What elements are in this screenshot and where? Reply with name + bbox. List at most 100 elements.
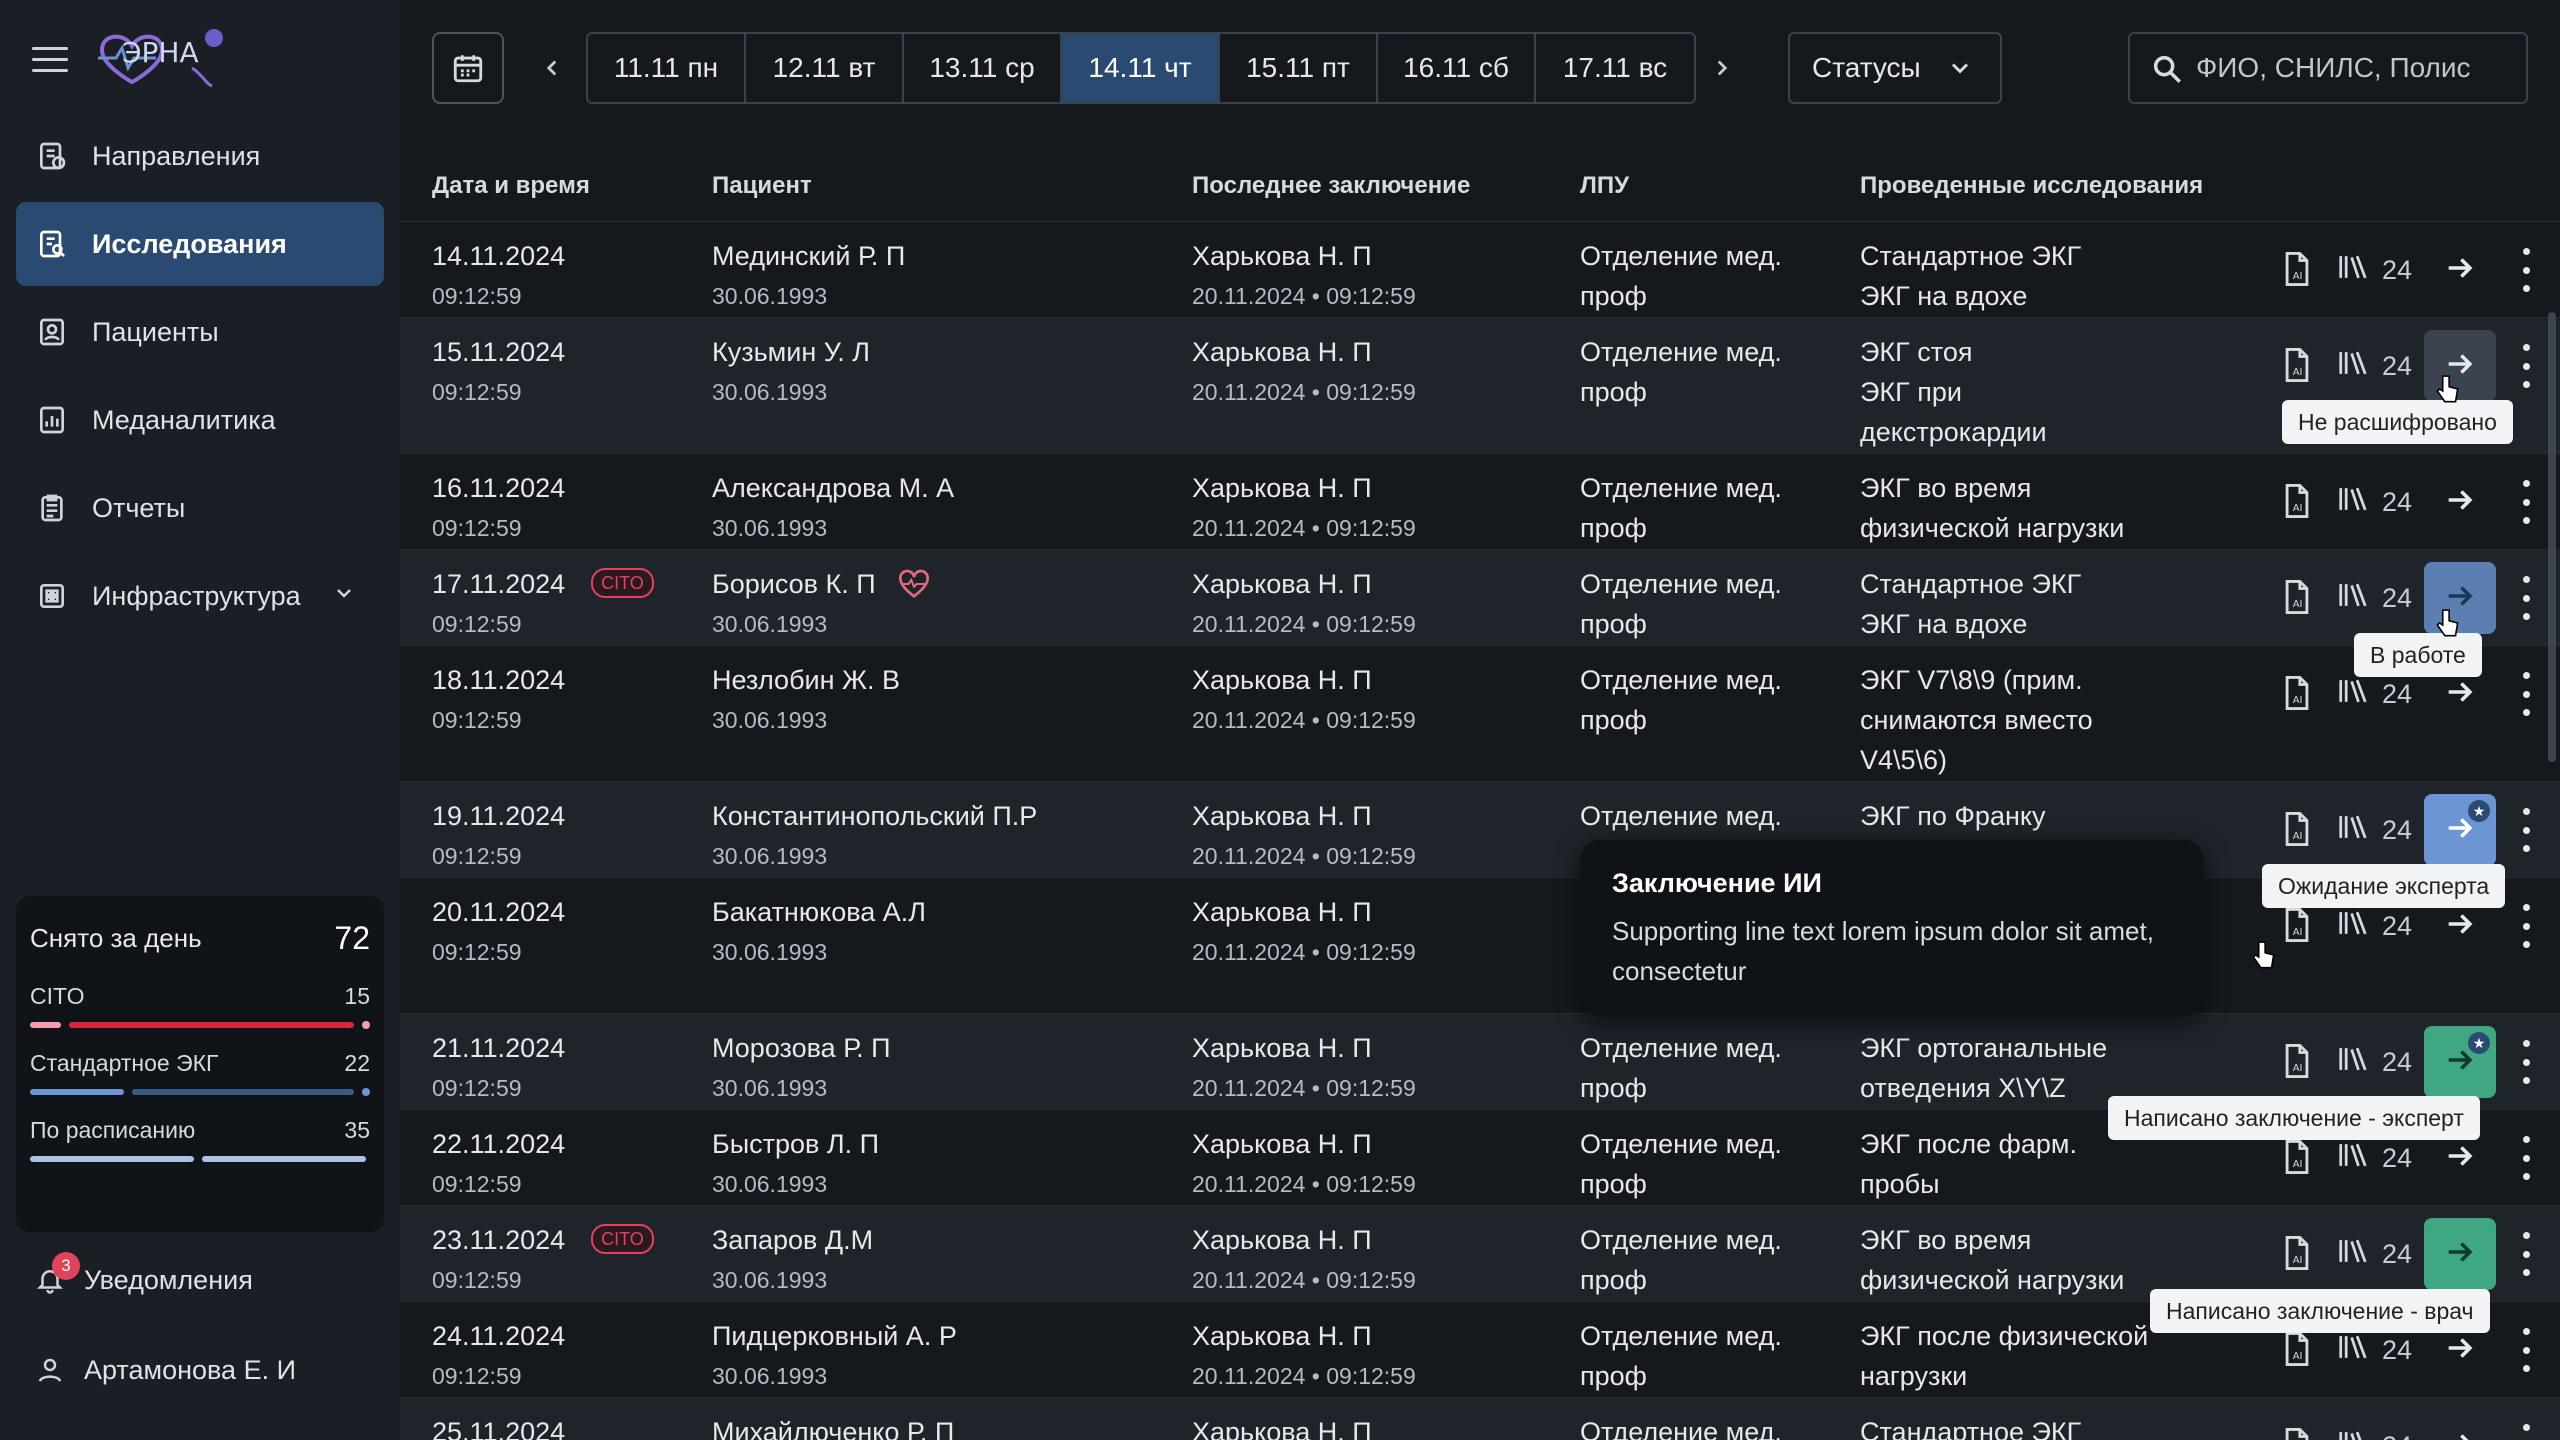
- patient-name[interactable]: Пидцерковный А. Р: [712, 1321, 957, 1351]
- cell-patient[interactable]: Запаров Д.М 30.06.1993: [712, 1220, 873, 1300]
- nav-item-referrals[interactable]: Направления: [16, 114, 384, 198]
- day-tab[interactable]: 16.11 сб: [1378, 34, 1536, 102]
- open-study-button[interactable]: ★: [2424, 794, 2496, 866]
- records-count[interactable]: 24: [2336, 1332, 2412, 1369]
- day-tab[interactable]: 15.11 пт: [1220, 34, 1378, 102]
- patient-name[interactable]: Незлобин Ж. В: [712, 665, 900, 695]
- records-count[interactable]: 24: [2336, 348, 2412, 385]
- calendar-button[interactable]: [432, 32, 504, 104]
- table-row[interactable]: 16.11.2024 09:12:59 Александрова М. А 30.06…: [400, 454, 2560, 550]
- cell-patient[interactable]: Быстров Л. П 30.06.1993: [712, 1124, 879, 1204]
- records-count[interactable]: 24: [2336, 1044, 2412, 1081]
- cell-patient[interactable]: Кузьмин У. Л 30.06.1993: [712, 332, 870, 412]
- more-menu-button[interactable]: [2510, 576, 2542, 620]
- more-menu-button[interactable]: [2510, 1136, 2542, 1180]
- records-count[interactable]: 24: [2336, 812, 2412, 849]
- patient-name[interactable]: Морозова Р. П: [712, 1033, 891, 1063]
- user-profile[interactable]: Артамонова Е. И: [32, 1352, 296, 1388]
- ai-document-icon[interactable]: AI: [2280, 1426, 2314, 1440]
- cell-patient[interactable]: Морозова Р. П 30.06.1993: [712, 1028, 891, 1108]
- records-count[interactable]: 24: [2336, 908, 2412, 945]
- ai-document-icon[interactable]: AI: [2280, 906, 2314, 949]
- records-count[interactable]: 24: [2336, 676, 2412, 713]
- more-menu-button[interactable]: [2510, 808, 2542, 852]
- header-last-conclusion[interactable]: Последнее заключение: [1192, 172, 1470, 200]
- day-tab[interactable]: 11.11 пн: [588, 34, 746, 102]
- day-tab[interactable]: 13.11 ср: [904, 34, 1062, 102]
- cell-patient[interactable]: Пидцерковный А. Р 30.06.1993: [712, 1316, 957, 1396]
- nav-item-reports[interactable]: Отчеты: [16, 466, 384, 550]
- cell-patient[interactable]: Незлобин Ж. В 30.06.1993: [712, 660, 900, 740]
- ai-document-icon[interactable]: AI: [2280, 674, 2314, 717]
- prev-week-button[interactable]: [536, 32, 568, 104]
- cell-patient[interactable]: Борисов К. П 30.06.1993: [712, 564, 931, 644]
- table-row[interactable]: 15.11.2024 09:12:59 Кузьмин У. Л 30.06.1993…: [400, 318, 2560, 454]
- records-count[interactable]: 24: [2336, 580, 2412, 617]
- header-date[interactable]: Дата и время: [432, 172, 590, 200]
- nav-item-infrastructure[interactable]: Инфраструктура: [16, 554, 384, 638]
- table-row[interactable]: 23.11.2024 CITO 09:12:59 Запаров Д.М 30.06.1…: [400, 1206, 2560, 1302]
- more-menu-button[interactable]: [2510, 904, 2542, 948]
- next-week-button[interactable]: [1706, 32, 1738, 104]
- patient-name[interactable]: Михайлюченко Р. П: [712, 1417, 954, 1440]
- table-row[interactable]: 17.11.2024 CITO 09:12:59 Борисов К. П 30.06…: [400, 550, 2560, 646]
- records-count[interactable]: 24: [2336, 252, 2412, 289]
- search-input[interactable]: ФИО, СНИЛС, Полис: [2128, 32, 2528, 104]
- patient-name[interactable]: Александрова М. А: [712, 473, 954, 503]
- records-count[interactable]: 24: [2336, 1140, 2412, 1177]
- table-row[interactable]: 20.11.2024 09:12:59 Бакатнюкова А.Л 30.06.1…: [400, 878, 2560, 1014]
- cell-patient[interactable]: Бакатнюкова А.Л 30.06.1993: [712, 892, 926, 972]
- patient-name[interactable]: Запаров Д.М: [712, 1225, 873, 1255]
- more-menu-button[interactable]: [2510, 248, 2542, 292]
- more-menu-button[interactable]: [2510, 1424, 2542, 1440]
- open-study-button[interactable]: [2424, 466, 2496, 538]
- notifications-link[interactable]: 3 Уведомления: [32, 1252, 253, 1298]
- records-count[interactable]: 24: [2336, 1428, 2412, 1440]
- cell-patient[interactable]: Мединский Р. П 30.06.1993: [712, 236, 905, 316]
- cell-patient[interactable]: Михайлюченко Р. П: [712, 1412, 954, 1440]
- patient-name[interactable]: Мединский Р. П: [712, 241, 905, 271]
- header-patient[interactable]: Пациент: [712, 172, 812, 200]
- more-menu-button[interactable]: [2510, 1328, 2542, 1372]
- more-menu-button[interactable]: [2510, 672, 2542, 716]
- ai-document-icon[interactable]: AI: [2280, 578, 2314, 621]
- patient-name[interactable]: Кузьмин У. Л: [712, 337, 870, 367]
- open-study-button[interactable]: [2424, 1410, 2496, 1440]
- more-menu-button[interactable]: [2510, 344, 2542, 388]
- header-studies[interactable]: Проведенные исследования: [1860, 172, 2203, 200]
- patient-name[interactable]: Константинопольский П.Р: [712, 801, 1037, 831]
- cell-patient[interactable]: Константинопольский П.Р 30.06.1993: [712, 796, 1037, 876]
- chevron-down-icon[interactable]: [332, 581, 356, 612]
- ai-document-icon[interactable]: AI: [2280, 250, 2314, 293]
- ai-document-icon[interactable]: AI: [2280, 1234, 2314, 1277]
- records-count[interactable]: 24: [2336, 1236, 2412, 1273]
- statuses-dropdown[interactable]: Статусы: [1788, 32, 2002, 104]
- ai-document-icon[interactable]: AI: [2280, 346, 2314, 389]
- nav-item-analytics[interactable]: Меданалитика: [16, 378, 384, 462]
- more-menu-button[interactable]: [2510, 1040, 2542, 1084]
- menu-icon[interactable]: [32, 42, 68, 78]
- open-study-button[interactable]: [2424, 1218, 2496, 1290]
- more-menu-button[interactable]: [2510, 480, 2542, 524]
- day-tab-active[interactable]: 14.11 чт: [1062, 34, 1220, 102]
- open-study-button[interactable]: ★: [2424, 1026, 2496, 1098]
- ai-document-icon[interactable]: AI: [2280, 810, 2314, 853]
- nav-item-studies[interactable]: Исследования: [16, 202, 384, 286]
- open-study-button[interactable]: [2424, 234, 2496, 306]
- patient-name[interactable]: Борисов К. П: [712, 569, 876, 599]
- table-row[interactable]: 18.11.2024 09:12:59 Незлобин Ж. В 30.06.199…: [400, 646, 2560, 782]
- nav-item-patients[interactable]: Пациенты: [16, 290, 384, 374]
- header-lpu[interactable]: ЛПУ: [1580, 172, 1629, 200]
- day-tab[interactable]: 12.11 вт: [746, 34, 904, 102]
- table-row[interactable]: 25.11.2024 Михайлюченко Р. П Харькова Н. П…: [400, 1398, 2560, 1440]
- ai-document-icon[interactable]: AI: [2280, 1042, 2314, 1085]
- patient-name[interactable]: Быстров Л. П: [712, 1129, 879, 1159]
- table-row[interactable]: 19.11.2024 09:12:59 Константинопольский П.…: [400, 782, 2560, 878]
- table-row[interactable]: 14.11.2024 09:12:59 Мединский Р. П 30.06.19…: [400, 222, 2560, 318]
- patient-name[interactable]: Бакатнюкова А.Л: [712, 897, 926, 927]
- cell-patient[interactable]: Александрова М. А 30.06.1993: [712, 468, 954, 548]
- ai-document-icon[interactable]: AI: [2280, 1330, 2314, 1373]
- ai-document-icon[interactable]: AI: [2280, 482, 2314, 525]
- more-menu-button[interactable]: [2510, 1232, 2542, 1276]
- ai-document-icon[interactable]: AI: [2280, 1138, 2314, 1181]
